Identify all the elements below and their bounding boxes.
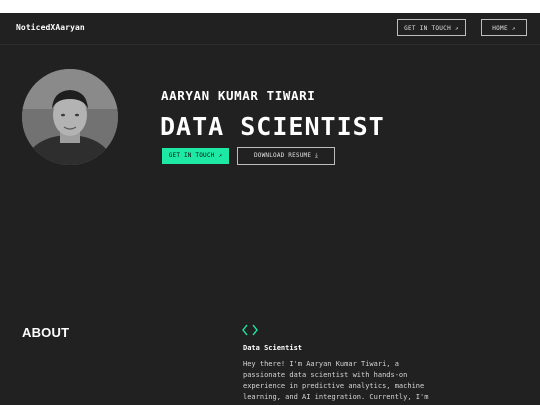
download-resume-label: DOWNLOAD RESUME	[253, 152, 312, 159]
brand-logo[interactable]: NoticedXAaryan	[16, 23, 85, 32]
hero-name: AARYAN KUMAR TIWARI	[161, 88, 316, 103]
nav-get-in-touch-button[interactable]: GET IN TOUCH ↗	[397, 19, 466, 36]
nav-get-in-touch-label: GET IN TOUCH	[404, 25, 452, 32]
nav-home-button[interactable]: HOME ↗	[481, 19, 527, 36]
profile-avatar	[22, 69, 118, 165]
top-navbar: NoticedXAaryan GET IN TOUCH ↗ HOME ↗	[0, 13, 540, 45]
about-heading: ABOUT	[22, 325, 70, 340]
download-resume-button[interactable]: DOWNLOAD RESUME ⤓	[237, 147, 335, 165]
nav-home-label: HOME	[492, 25, 508, 32]
arrow-up-right-icon: ↗	[511, 25, 516, 32]
arrow-up-right-icon: ↗	[455, 25, 459, 32]
about-body-text: Hey there! I'm Aaryan Kumar Tiwari, a pa…	[243, 360, 429, 401]
about-subheading: Data Scientist	[243, 344, 303, 352]
get-in-touch-button[interactable]: GET IN TOUCH ↗	[162, 148, 229, 164]
code-icon	[242, 324, 258, 336]
portfolio-page: NoticedXAaryan GET IN TOUCH ↗ HOME ↗ AARYA…	[0, 13, 540, 405]
download-icon: ⤓	[315, 152, 319, 159]
hero-title: DATA SCIENTIST	[160, 112, 385, 141]
arrow-up-right-icon: ↗	[218, 152, 223, 159]
profile-photo-icon	[22, 69, 118, 165]
get-in-touch-label: GET IN TOUCH	[168, 152, 215, 159]
